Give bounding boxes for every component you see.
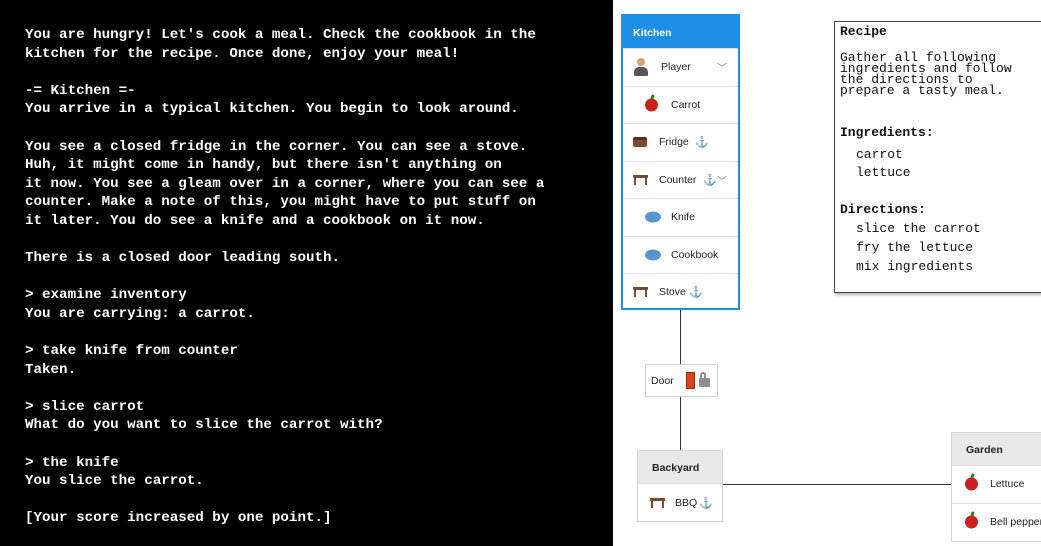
entity-label: BBQ <box>675 496 698 509</box>
entity-label: Lettuce <box>990 478 1025 491</box>
entity-player[interactable]: Player ﹀ <box>623 48 738 86</box>
entity-carrot[interactable]: Carrot <box>623 85 738 124</box>
door-node[interactable]: Door <box>645 364 718 397</box>
recipe-description: Gather all following ingredients and fol… <box>840 50 1012 98</box>
food-icon <box>965 515 978 529</box>
entity-label: Stove <box>659 286 686 299</box>
kitchen-door-connector <box>680 309 681 364</box>
terminal-output: You are hungry! Let's cook a meal. Check… <box>25 27 545 527</box>
food-icon <box>645 98 658 112</box>
chevron-down-icon[interactable]: ﹀ <box>717 172 727 187</box>
room-title: Backyard <box>638 451 722 483</box>
entity-lettuce[interactable]: Lettuce <box>952 465 1041 503</box>
entity-bbq[interactable]: BBQ ⚓ <box>638 483 722 521</box>
direction-item: fry the lettuce <box>856 240 974 255</box>
room-title: Kitchen <box>623 16 738 48</box>
entity-label: Cookbook <box>671 248 719 261</box>
entity-label: Counter <box>659 173 697 186</box>
entity-counter[interactable]: Counter ⚓ ﹀ <box>623 160 738 199</box>
direction-item: mix ingredients <box>856 259 974 274</box>
entity-label: Player <box>661 61 691 74</box>
anchor-icon: ⚓ <box>689 286 703 299</box>
anchor-icon: ⚓ <box>695 136 709 149</box>
furniture-icon <box>650 497 665 508</box>
entity-label: Bell pepper <box>990 515 1041 528</box>
room-kitchen[interactable]: Kitchen Player ﹀ Carrot Fridge ⚓ Counter… <box>621 14 740 310</box>
directions-heading: Directions: <box>840 202 926 217</box>
recipe-card: Recipe Gather all following ingredients … <box>834 21 1041 293</box>
container-icon <box>633 137 647 148</box>
ingredient-item: carrot <box>856 147 903 162</box>
lock-icon <box>699 372 710 387</box>
door-label: Door <box>651 375 674 387</box>
backyard-garden-connector <box>723 484 955 485</box>
entity-cookbook[interactable]: Cookbook <box>623 235 738 274</box>
door-backyard-connector <box>680 397 681 450</box>
entity-bell-pepper[interactable]: Bell pepper <box>952 502 1041 541</box>
game-terminal[interactable]: You are hungry! Let's cook a meal. Check… <box>0 0 613 546</box>
entity-stove[interactable]: Stove ⚓ <box>623 273 738 311</box>
player-icon <box>633 58 649 77</box>
furniture-icon <box>633 287 648 298</box>
entity-label: Knife <box>671 211 695 224</box>
furniture-icon <box>633 174 648 185</box>
direction-item: slice the carrot <box>856 221 981 236</box>
door-icon <box>686 372 695 389</box>
chevron-down-icon[interactable]: ﹀ <box>717 60 727 75</box>
anchor-icon: ⚓ <box>703 174 717 187</box>
entity-knife[interactable]: Knife <box>623 198 738 236</box>
entity-label: Fridge <box>659 136 689 149</box>
entity-fridge[interactable]: Fridge ⚓ <box>623 123 738 161</box>
food-icon <box>965 477 978 491</box>
ingredient-item: lettuce <box>856 165 911 180</box>
entity-label: Carrot <box>671 98 701 111</box>
recipe-title: Recipe <box>840 24 887 39</box>
tool-icon <box>645 211 661 223</box>
tool-icon <box>645 249 661 261</box>
room-garden[interactable]: Garden Lettuce Bell pepper <box>951 432 1041 542</box>
ingredients-heading: Ingredients: <box>840 125 934 140</box>
anchor-icon: ⚓ <box>699 497 713 509</box>
room-backyard[interactable]: Backyard BBQ ⚓ <box>637 450 723 522</box>
room-title: Garden <box>952 433 1041 465</box>
